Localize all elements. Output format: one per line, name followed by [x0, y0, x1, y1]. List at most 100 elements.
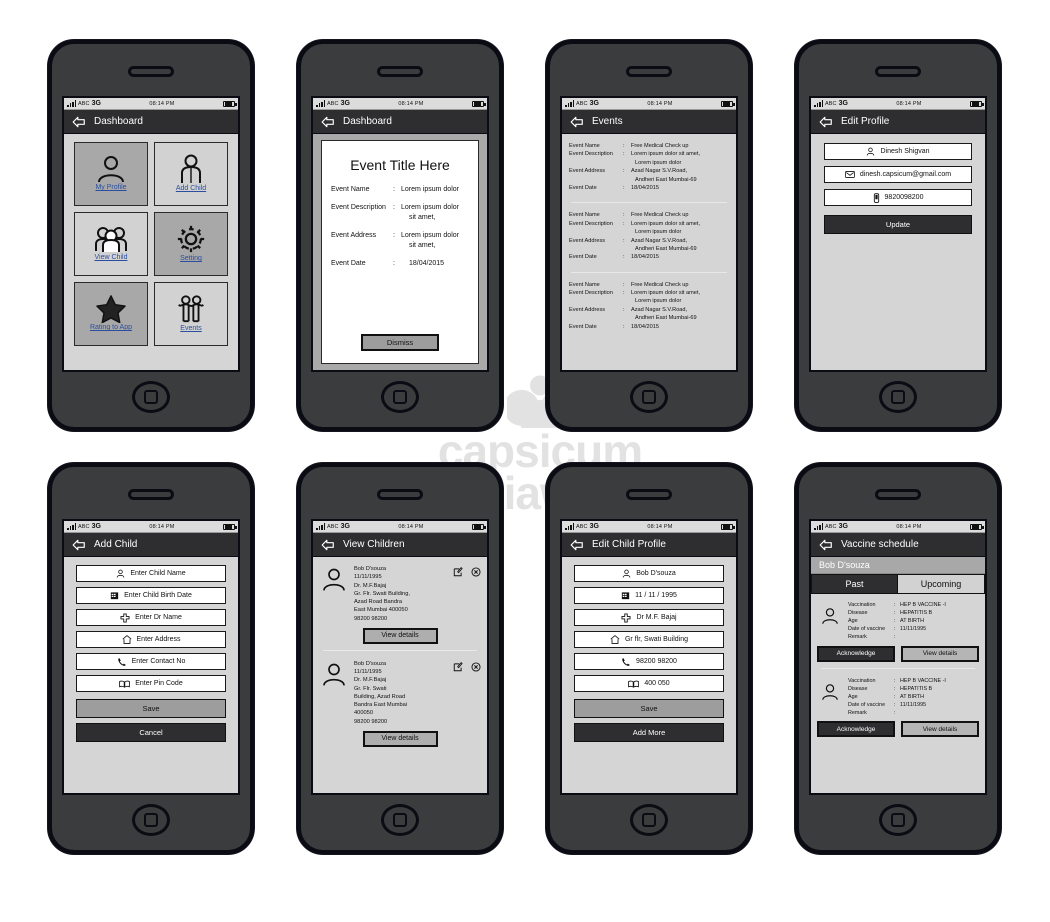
view-details-button[interactable]: View details	[901, 645, 979, 662]
book-icon	[628, 680, 640, 688]
home-square-icon	[642, 813, 656, 827]
event-row: Event Address: Azad Nagar S.V.Road, Andher…	[569, 168, 697, 183]
phone-icon	[117, 657, 126, 666]
back-arrow-icon[interactable]	[321, 116, 335, 128]
list-item[interactable]: Vaccination: HEP B VACCINE -I Disease: HEP…	[817, 675, 979, 738]
home-button[interactable]	[132, 381, 170, 413]
child-name-input[interactable]: Enter Child Name	[76, 565, 226, 582]
list-item[interactable]: Vaccination: HEP B VACCINE -I Disease: HEP…	[817, 599, 979, 662]
page-title: View Children	[343, 539, 405, 550]
name-field[interactable]: Dinesh Shigvan	[824, 143, 972, 160]
carrier-label: ABC	[78, 524, 90, 530]
tile-my-profile[interactable]: My Profile	[74, 142, 148, 206]
back-arrow-icon[interactable]	[570, 116, 584, 128]
acknowledge-button[interactable]: Acknowledge	[817, 645, 895, 662]
divider	[821, 667, 975, 669]
pin-code-input[interactable]: Enter Pin Code	[76, 675, 226, 692]
home-button[interactable]	[879, 804, 917, 836]
page-title: Dashboard	[94, 116, 143, 127]
vaccine-row: Vaccination: HEP B VACCINE -I	[848, 677, 946, 684]
acknowledge-button[interactable]: Acknowledge	[817, 721, 895, 738]
calendar-icon	[110, 592, 119, 600]
speaker-grille-icon	[377, 66, 423, 77]
battery-icon	[970, 100, 984, 107]
list-item[interactable]: Bob D'souza 11/11/1995 Dr. M.F.Bajaj Gr.…	[319, 562, 481, 644]
delete-circle-icon[interactable]	[471, 662, 481, 672]
avatar	[822, 608, 838, 624]
home-square-icon	[144, 390, 158, 404]
screen-add-child: ABC 3G 08:14 PM Add Child Enter Child Na…	[62, 519, 240, 795]
home-button[interactable]	[132, 804, 170, 836]
tile-label: View Child	[94, 254, 128, 261]
edit-child-form: Bob D'souza 11 / 11 / 1995 Dr M.F. Bajaj…	[562, 557, 736, 750]
home-button[interactable]	[630, 804, 668, 836]
row-value: Lorem ipsum dolor sit amet,	[401, 232, 459, 249]
page-title: Edit Child Profile	[592, 539, 666, 550]
row-colon: :	[393, 204, 395, 212]
address-field[interactable]: Gr flr, Swati Building	[574, 631, 724, 648]
back-arrow-icon[interactable]	[570, 539, 584, 551]
phone-field[interactable]: 9820098200	[824, 189, 972, 206]
screen-edit-profile: ABC 3G 08:14 PM Edit Profile Dinesh Shig…	[809, 96, 987, 372]
update-button[interactable]: Update	[824, 215, 972, 234]
speaker-grille-icon	[626, 66, 672, 77]
speaker-grille-icon	[128, 66, 174, 77]
address-input[interactable]: Enter Address	[76, 631, 226, 648]
home-button[interactable]	[630, 381, 668, 413]
field-value: Dr M.F. Bajaj	[636, 614, 677, 621]
pin-code-field[interactable]: 400 050	[574, 675, 724, 692]
tab-upcoming[interactable]: Upcoming	[898, 574, 985, 594]
child-doctor: Dr. M.F.Bajaj	[354, 677, 387, 684]
network-label: 3G	[589, 523, 599, 530]
dismiss-button[interactable]: Dismiss	[361, 334, 439, 351]
delete-circle-icon[interactable]	[471, 567, 481, 577]
page-title: Events	[592, 116, 623, 127]
back-arrow-icon[interactable]	[321, 539, 335, 551]
save-button[interactable]: Save	[76, 699, 226, 718]
edit-icon[interactable]	[453, 661, 463, 672]
vaccine-body: Bob D'souza Past Upcoming Vaccination: …	[811, 557, 985, 793]
home-button[interactable]	[879, 381, 917, 413]
view-details-button[interactable]: View details	[362, 730, 438, 747]
speaker-grille-icon	[875, 66, 921, 77]
tile-setting[interactable]: Setting	[154, 212, 228, 276]
child-birthdate-input[interactable]: Enter Child Birth Date	[76, 587, 226, 604]
doctor-name-input[interactable]: Enter Dr Name	[76, 609, 226, 626]
vaccine-list: Vaccination: HEP B VACCINE -I Disease: HEP…	[811, 594, 985, 742]
event-item[interactable]: Event Name: Free Medical Check up Event D…	[569, 209, 729, 265]
home-button[interactable]	[381, 381, 419, 413]
child-birthdate-field[interactable]: 11 / 11 / 1995	[574, 587, 724, 604]
user-icon	[117, 569, 125, 578]
child-dob: 11/11/1995	[354, 574, 382, 581]
tab-past[interactable]: Past	[811, 574, 898, 594]
tile-events[interactable]: Events	[154, 282, 228, 346]
carrier-label: ABC	[825, 524, 837, 530]
page-title: Vaccine schedule	[841, 539, 919, 550]
speaker-grille-icon	[626, 489, 672, 500]
child-name-field[interactable]: Bob D'souza	[574, 565, 724, 582]
event-item[interactable]: Event Name: Free Medical Check up Event D…	[569, 140, 729, 196]
add-more-button[interactable]: Add More	[574, 723, 724, 742]
dashboard-tile-grid: My Profile Add Child View Child Setting …	[64, 134, 238, 354]
back-arrow-icon[interactable]	[819, 539, 833, 551]
contact-no-input[interactable]: Enter Contact No	[76, 653, 226, 670]
view-details-button[interactable]: View details	[901, 721, 979, 738]
cancel-button[interactable]: Cancel	[76, 723, 226, 742]
email-field[interactable]: dinesh.capsicum@gmail.com	[824, 166, 972, 183]
doctor-name-field[interactable]: Dr M.F. Bajaj	[574, 609, 724, 626]
tile-view-child[interactable]: View Child	[74, 212, 148, 276]
list-item[interactable]: Bob D'souza 11/11/1995 Dr. M.F.Bajaj Gr.…	[319, 657, 481, 747]
tile-add-child[interactable]: Add Child	[154, 142, 228, 206]
edit-icon[interactable]	[453, 567, 463, 577]
view-details-button[interactable]: View details	[362, 627, 438, 644]
home-button[interactable]	[381, 804, 419, 836]
back-arrow-icon[interactable]	[819, 116, 833, 128]
back-arrow-icon[interactable]	[72, 539, 86, 551]
contact-no-field[interactable]: 98200 98200	[574, 653, 724, 670]
vaccine-row: Age: AT BIRTH	[848, 618, 924, 625]
back-arrow-icon[interactable]	[72, 116, 86, 128]
event-item[interactable]: Event Name: Free Medical Check up Event D…	[569, 279, 729, 335]
tile-rating-to-app[interactable]: Rating to App	[74, 282, 148, 346]
save-button[interactable]: Save	[574, 699, 724, 718]
edit-child-body: Bob D'souza 11 / 11 / 1995 Dr M.F. Bajaj…	[562, 557, 736, 793]
